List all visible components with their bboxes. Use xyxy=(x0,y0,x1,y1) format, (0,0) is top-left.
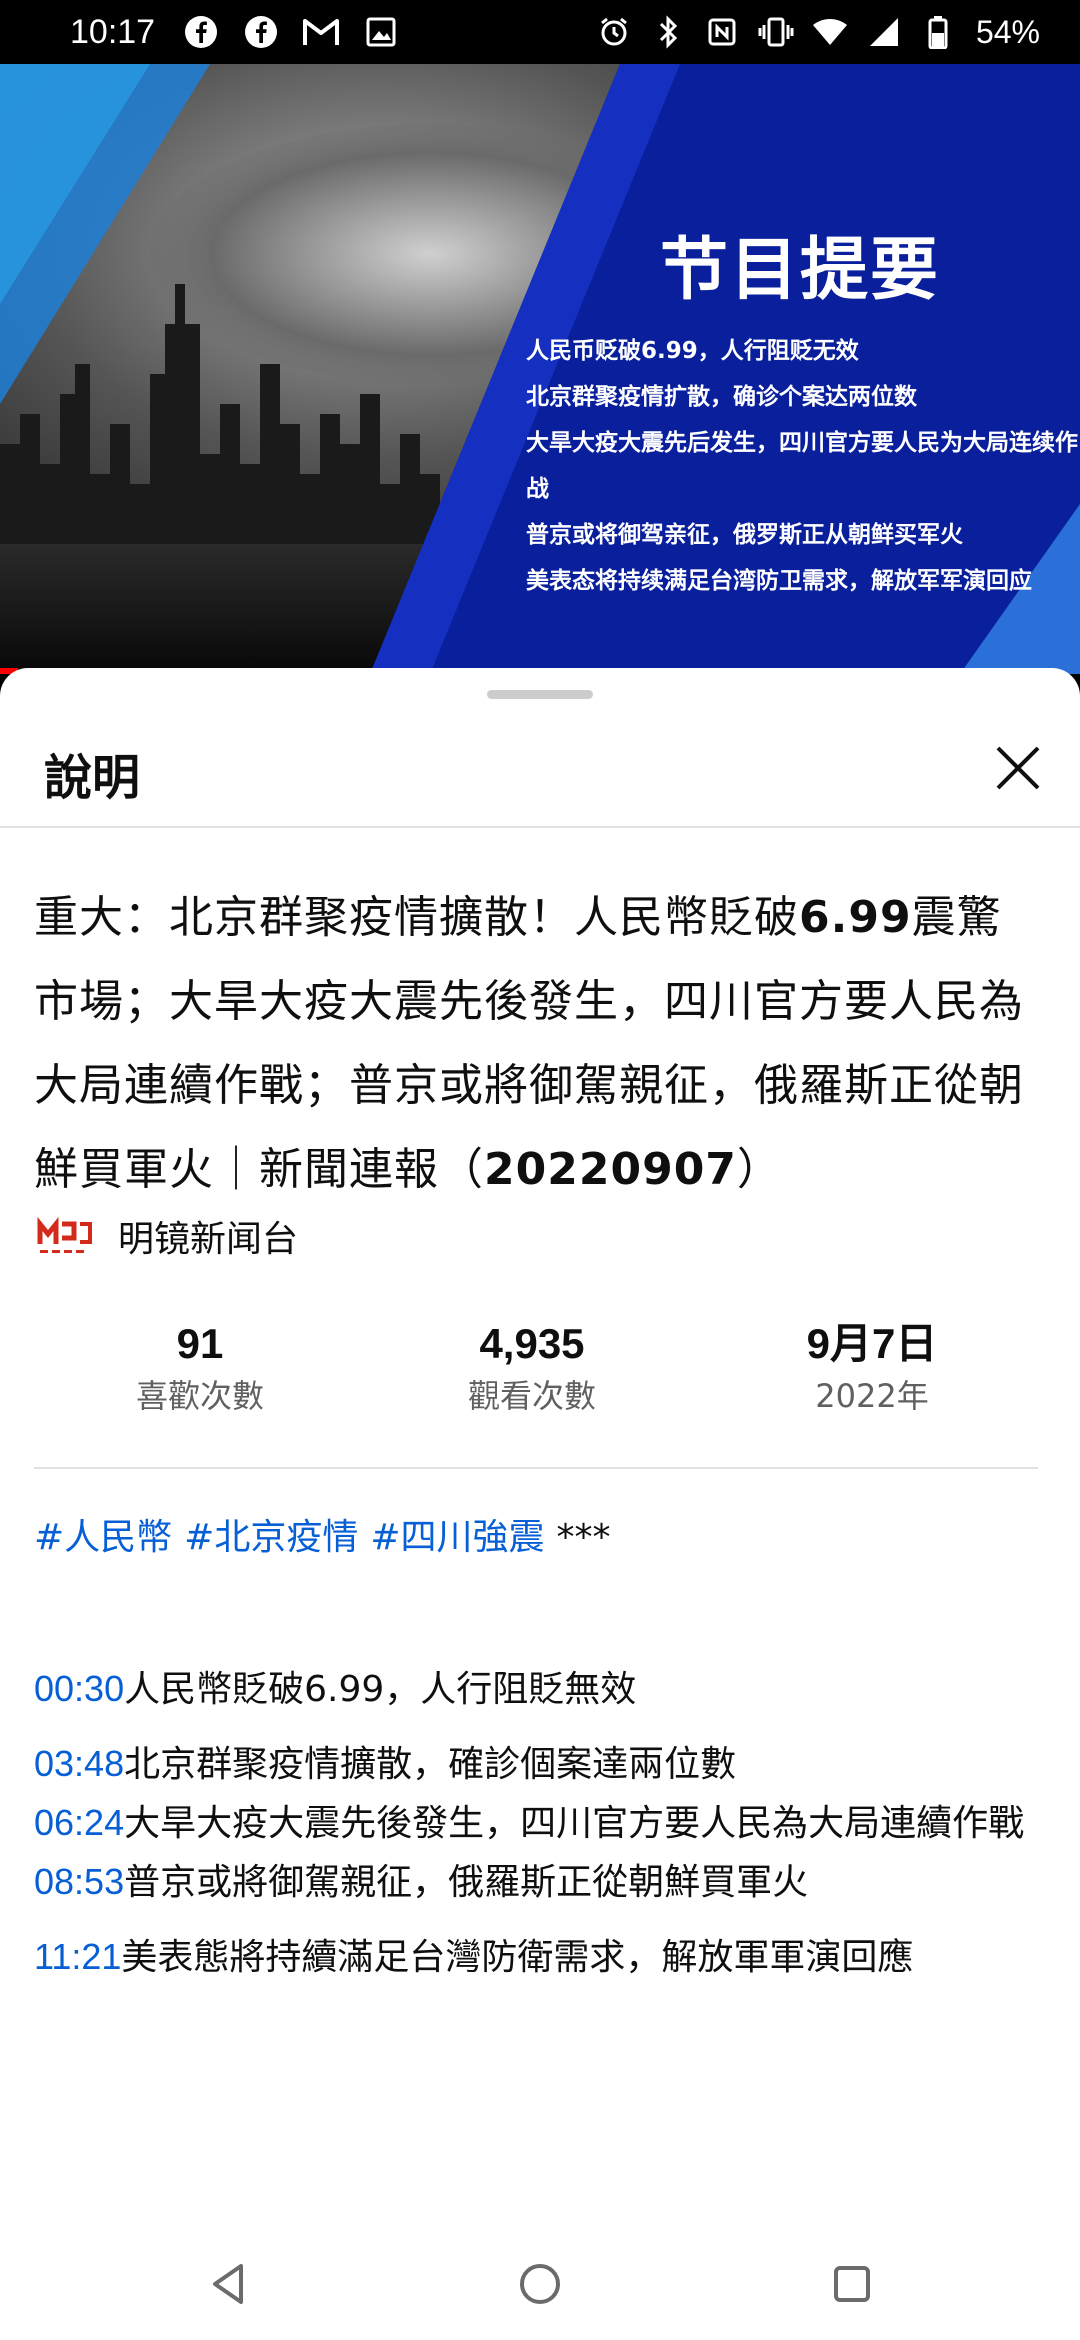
video-title-number: 6.99 xyxy=(799,892,912,943)
video-title-text: ） xyxy=(736,1144,782,1195)
hashtag-link[interactable]: #四川強震 xyxy=(370,1517,544,1558)
recents-button[interactable] xyxy=(828,2260,876,2308)
likes-count: 91 xyxy=(176,1320,224,1367)
chapter-row: 11:21美表態將持續滿足台灣防衛需求，解放軍軍演回應 xyxy=(34,1928,1044,1987)
recents-icon xyxy=(834,2266,870,2302)
facebook-icon xyxy=(241,12,281,52)
status-bar: 10:17 54% xyxy=(0,0,1080,64)
back-icon xyxy=(213,2264,243,2304)
channel-logo xyxy=(37,1216,92,1253)
gmail-icon xyxy=(301,12,341,52)
battery-icon xyxy=(918,12,958,52)
home-icon xyxy=(520,2264,560,2304)
battery-level: 54% xyxy=(975,13,1040,50)
channel-name: 明镜新闻台 xyxy=(118,1219,299,1260)
chapter-text: 美表態將持續滿足台灣防衛需求，解放軍軍演回應 xyxy=(121,1937,914,1978)
chapter-text: 大旱大疫大震先後發生，四川官方要人民為大局連續作戰 xyxy=(124,1803,1025,1844)
publish-date: 9月7日 xyxy=(806,1320,938,1367)
timestamp-link[interactable]: 11:21 xyxy=(34,1936,121,1977)
views-label: 觀看次數 xyxy=(467,1377,596,1415)
vibrate-icon xyxy=(756,12,796,52)
wifi-icon xyxy=(810,12,850,52)
navigation-bar xyxy=(0,2228,1080,2340)
likes-label: 喜歡次數 xyxy=(135,1377,264,1415)
chapter-text: 北京群聚疫情擴散，確診個案達兩位數 xyxy=(124,1744,737,1785)
hashtag-suffix: *** xyxy=(556,1517,611,1558)
thumbnail-line: 大旱大疫大震先后发生，四川官方要人民为大局连续作战 xyxy=(526,430,1078,502)
gallery-icon xyxy=(361,12,401,52)
thumbnail-lines: 人民币贬破6.99，人行阻贬无效 北京群聚疫情扩散，确诊个案达两位数 大旱大疫大… xyxy=(526,328,1080,604)
thumbnail-line: 美表态将持续满足台湾防卫需求，解放军军演回应 xyxy=(526,568,1032,594)
video-title-date: 20220907 xyxy=(484,1144,737,1195)
chapter-row: 08:53普京或將御駕親征，俄羅斯正從朝鮮買軍火 xyxy=(34,1853,1044,1912)
timestamp-link[interactable]: 08:53 xyxy=(34,1861,124,1902)
channel-row[interactable]: 明镜新闻台 xyxy=(36,1206,298,1266)
chapter-text: 普京或將御駕親征，俄羅斯正從朝鮮買軍火 xyxy=(124,1862,809,1903)
thumbnail-line: 人民币贬破6.99，人行阻贬无效 xyxy=(526,338,859,364)
sheet-title: 說明 xyxy=(44,750,141,806)
signal-icon xyxy=(864,12,904,52)
home-button[interactable] xyxy=(516,2260,564,2308)
bluetooth-icon xyxy=(648,12,688,52)
description-sheet: 說明 重大：北京群聚疫情擴散！人民幣貶破6.99震驚市場；大旱大疫大震先後發生，… xyxy=(0,668,1080,2228)
likes-stat: 91 喜歡次數 xyxy=(40,1316,360,1420)
publish-year: 2022年 xyxy=(815,1377,929,1415)
video-title: 重大：北京群聚疫情擴散！人民幣貶破6.99震驚市場；大旱大疫大震先後發生，四川官… xyxy=(34,876,1044,1212)
chapter-row: 00:30人民幣貶破6.99，人行阻貶無效 xyxy=(34,1660,1044,1719)
chapter-text: 人民幣貶破6.99，人行阻貶無效 xyxy=(124,1669,637,1710)
facebook-icon xyxy=(181,12,221,52)
hashtag-link[interactable]: #人民幣 xyxy=(34,1517,172,1558)
stats-row: 91 喜歡次數 4,935 觀看次數 9月7日 2022年 xyxy=(0,1316,1080,1436)
timestamp-link[interactable]: 06:24 xyxy=(34,1802,124,1843)
timestamp-link[interactable]: 00:30 xyxy=(34,1668,124,1709)
date-stat: 9月7日 2022年 xyxy=(712,1316,1032,1420)
close-icon xyxy=(996,746,1040,790)
status-time: 10:17 xyxy=(70,12,156,51)
video-title-text: 重大：北京群聚疫情擴散！人民幣貶破 xyxy=(34,892,799,943)
alarm-icon xyxy=(594,12,634,52)
views-stat: 4,935 觀看次數 xyxy=(372,1316,692,1420)
video-thumbnail[interactable]: 节目提要 人民币贬破6.99，人行阻贬无效 北京群聚疫情扩散，确诊个案达两位数 … xyxy=(0,64,1080,674)
sheet-header: 說明 xyxy=(0,708,1080,828)
thumbnail-line: 普京或将御驾亲征，俄罗斯正从朝鲜买军火 xyxy=(526,522,963,548)
hashtag-link[interactable]: #北京疫情 xyxy=(184,1517,358,1558)
views-count: 4,935 xyxy=(479,1320,585,1367)
description-body: #人民幣 #北京疫情 #四川強震 *** 00:30人民幣貶破6.99，人行阻貶無效 … xyxy=(34,1508,1044,1987)
drag-handle[interactable] xyxy=(487,690,593,699)
timestamp-link[interactable]: 03:48 xyxy=(34,1743,124,1784)
back-button[interactable] xyxy=(205,2260,253,2308)
hashtag-row: #人民幣 #北京疫情 #四川強震 *** xyxy=(34,1508,1044,1568)
chapter-row: 06:24大旱大疫大震先後發生，四川官方要人民為大局連續作戰 xyxy=(34,1794,1044,1853)
thumbnail-line: 北京群聚疫情扩散，确诊个案达两位数 xyxy=(526,384,917,410)
nfc-icon xyxy=(702,12,742,52)
thumbnail-heading: 节目提要 xyxy=(660,230,941,310)
chapter-row: 03:48北京群聚疫情擴散，確診個案達兩位數 xyxy=(34,1735,1044,1794)
close-button[interactable] xyxy=(986,736,1050,800)
divider xyxy=(34,1467,1038,1469)
